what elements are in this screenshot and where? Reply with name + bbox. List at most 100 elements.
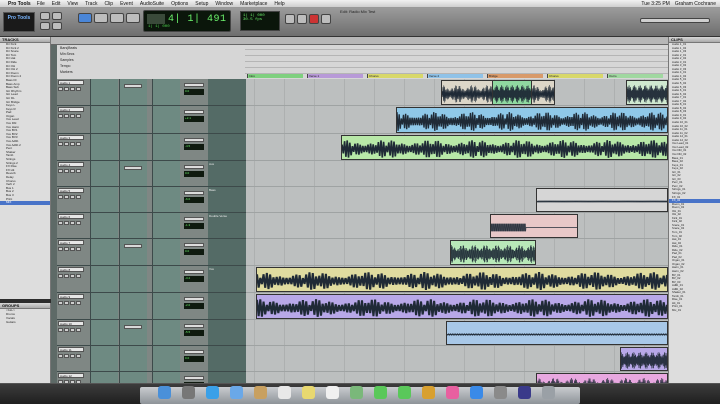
insert-column[interactable]	[90, 266, 118, 292]
track-lane[interactable]	[246, 239, 668, 266]
input-column[interactable]	[152, 266, 180, 292]
ruler-row[interactable]	[245, 45, 668, 50]
volume-readout[interactable]: -1.3	[184, 223, 204, 229]
track-lane[interactable]	[246, 79, 668, 106]
plugin-slot[interactable]	[124, 84, 142, 88]
mute-button[interactable]	[70, 301, 75, 305]
solo-button[interactable]	[64, 195, 69, 199]
menu-clip[interactable]: Clip	[104, 1, 113, 7]
mute-button[interactable]	[70, 221, 75, 225]
trim-tool[interactable]	[94, 13, 108, 23]
track-view-button[interactable]	[76, 114, 81, 118]
track-lane[interactable]	[246, 293, 668, 320]
comments-field[interactable]	[208, 320, 246, 345]
audio-clip[interactable]	[446, 321, 668, 345]
input-column[interactable]	[152, 79, 180, 105]
preferences-icon[interactable]	[494, 386, 507, 399]
send-column[interactable]	[119, 293, 147, 319]
solo-button[interactable]	[64, 274, 69, 278]
send-column[interactable]	[119, 161, 147, 186]
contacts-icon[interactable]	[254, 386, 267, 399]
audio-clip[interactable]	[256, 294, 668, 319]
photo-icon[interactable]	[422, 386, 435, 399]
record-enable-button[interactable]	[58, 247, 63, 251]
io-selector[interactable]	[184, 83, 204, 87]
plugin-slot[interactable]	[124, 244, 142, 248]
track-lane[interactable]	[246, 320, 668, 346]
clip-list-item[interactable]: Mix_01	[669, 309, 720, 313]
play-button[interactable]	[297, 14, 307, 24]
facetime-icon[interactable]	[398, 386, 411, 399]
record-enable-button[interactable]	[58, 221, 63, 225]
insert-column[interactable]	[90, 187, 118, 212]
audio-clip[interactable]	[450, 240, 536, 265]
track-name[interactable]: Audio 9	[58, 294, 84, 299]
track-name[interactable]: Audio 6	[58, 214, 84, 219]
marker[interactable]: Bridge	[487, 74, 543, 78]
menu-window[interactable]: Window	[215, 1, 233, 7]
comments-field[interactable]	[208, 239, 246, 265]
track-lane[interactable]	[246, 266, 668, 293]
track-header[interactable]: Audio 4 0.0 Aux	[57, 161, 246, 187]
trash-icon[interactable]	[542, 386, 555, 399]
audio-clip[interactable]	[626, 80, 668, 105]
track-view-button[interactable]	[76, 142, 81, 146]
mini-timeline[interactable]	[640, 18, 710, 23]
record-enable-button[interactable]	[58, 195, 63, 199]
grid-button[interactable]	[52, 22, 62, 30]
comments-field[interactable]	[208, 346, 246, 371]
track-name[interactable]: Audio 1	[58, 80, 84, 85]
protools-icon[interactable]	[518, 386, 531, 399]
track-header[interactable]: Audio 6 -1.3 Double Verse	[57, 213, 246, 239]
clock[interactable]: Tue 3:25 PM	[641, 1, 669, 7]
input-column[interactable]	[152, 187, 180, 212]
volume-readout[interactable]: 0.0	[184, 171, 204, 177]
track-name[interactable]: Audio 8	[58, 267, 84, 272]
marker[interactable]: Verse 2	[427, 74, 483, 78]
marker[interactable]: Verse 1	[307, 74, 363, 78]
plugin-slot[interactable]	[124, 166, 142, 170]
record-enable-button[interactable]	[58, 114, 63, 118]
mute-button[interactable]	[70, 87, 75, 91]
comments-field[interactable]: Double Verse	[208, 213, 246, 238]
menu-options[interactable]: Options	[171, 1, 188, 7]
ruler-row[interactable]	[245, 51, 668, 56]
mute-button[interactable]	[70, 114, 75, 118]
io-selector[interactable]	[184, 165, 204, 169]
volume-readout[interactable]: -6.0	[184, 197, 204, 203]
track-lane[interactable]	[246, 134, 668, 161]
calendar-icon[interactable]	[278, 386, 291, 399]
slip-button[interactable]	[40, 22, 50, 30]
audio-clip[interactable]	[341, 135, 668, 160]
track-header[interactable]: Audio 11 0.0	[57, 346, 246, 372]
io-selector[interactable]	[184, 297, 204, 301]
audio-clip[interactable]	[492, 80, 532, 105]
menu-app-name[interactable]: Pro Tools	[8, 1, 31, 7]
solo-button[interactable]	[64, 301, 69, 305]
insert-column[interactable]	[90, 161, 118, 186]
mail-icon[interactable]	[230, 386, 243, 399]
mute-button[interactable]	[70, 354, 75, 358]
solo-button[interactable]	[64, 247, 69, 251]
marker[interactable]: Outro	[607, 74, 663, 78]
spot-button[interactable]	[52, 12, 62, 20]
io-selector[interactable]	[184, 243, 204, 247]
rewind-button[interactable]	[285, 14, 295, 24]
send-column[interactable]	[119, 79, 147, 105]
input-column[interactable]	[152, 161, 180, 186]
track-view-button[interactable]	[76, 354, 81, 358]
menu-edit[interactable]: Edit	[52, 1, 61, 7]
record-enable-button[interactable]	[58, 142, 63, 146]
comments-field[interactable]: Vox	[208, 266, 246, 292]
solo-button[interactable]	[64, 354, 69, 358]
loop-button[interactable]	[321, 14, 331, 24]
insert-column[interactable]	[90, 106, 118, 133]
record-enable-button[interactable]	[58, 328, 63, 332]
menu-event[interactable]: Event	[120, 1, 133, 7]
input-column[interactable]	[152, 346, 180, 371]
track-lane[interactable]	[246, 213, 668, 239]
shuffle-button[interactable]	[40, 12, 50, 20]
track-view-button[interactable]	[76, 221, 81, 225]
track-view-button[interactable]	[76, 301, 81, 305]
track-header[interactable]: Audio 10 -5.5	[57, 320, 246, 346]
